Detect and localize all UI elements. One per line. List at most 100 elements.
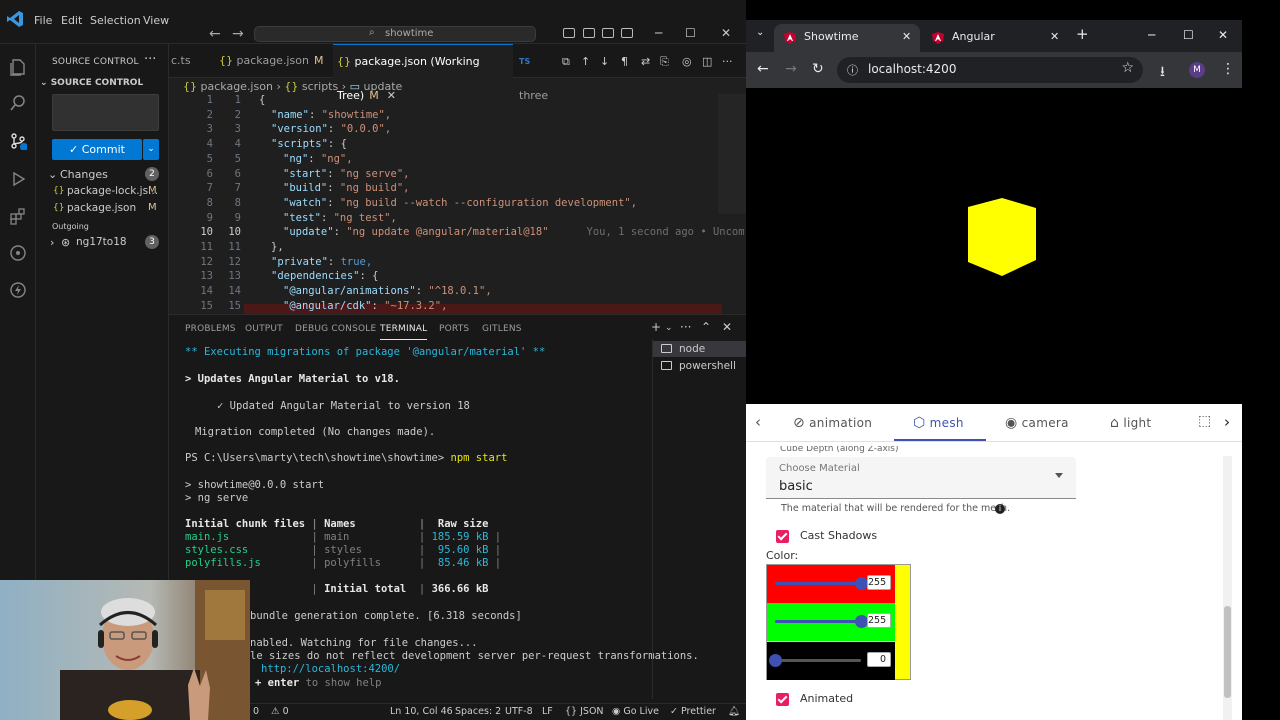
green-value-input[interactable]: 255 [867, 613, 891, 628]
tab-three[interactable]: TS three [513, 44, 561, 102]
split-editor-icon[interactable]: ◫ [702, 55, 712, 68]
gitlens-icon[interactable] [9, 244, 27, 262]
cast-shadows-checkbox[interactable] [776, 530, 789, 543]
breadcrumb-update[interactable]: update [364, 80, 403, 93]
panel-scrollbar[interactable] [1223, 456, 1232, 720]
address-bar[interactable]: ⓘ localhost:4200 ☆ [837, 57, 1143, 83]
tab-animation[interactable]: ⊘ animation [793, 415, 872, 431]
encoding[interactable]: UTF-8 [505, 706, 533, 717]
thunder-client-icon[interactable] [9, 281, 27, 299]
close-tab-icon[interactable]: ✕ [902, 24, 911, 50]
back-button[interactable]: ← [757, 61, 769, 77]
profile-avatar[interactable]: M [1189, 62, 1205, 78]
red-slider-track[interactable] [775, 582, 861, 585]
errors-status[interactable]: 0 [253, 706, 259, 717]
indentation[interactable]: Spaces: 2 [455, 706, 501, 717]
close-window-icon[interactable]: ✕ [1218, 28, 1228, 42]
new-tab-button[interactable]: + [1076, 25, 1089, 43]
commit-message-input[interactable] [52, 94, 159, 131]
menu-view[interactable]: View [143, 14, 169, 27]
site-info-icon[interactable]: ⓘ [847, 62, 858, 78]
branch-item[interactable]: › ⊛ ng17to18 3 [36, 234, 169, 251]
explorer-icon[interactable] [9, 58, 27, 76]
maximize-icon[interactable]: ☐ [1183, 28, 1194, 42]
minimize-icon[interactable]: ─ [655, 26, 662, 40]
customize-layout-icon[interactable] [621, 28, 633, 38]
toggle-secondary-sidebar-icon[interactable] [602, 28, 614, 38]
toggle-sidebar-icon[interactable] [563, 28, 575, 38]
prettier-status[interactable]: ✓ Prettier [670, 706, 716, 717]
chrome-tab-showtime[interactable]: Showtime ✕ [774, 24, 920, 52]
list-item[interactable]: {} package-lock.js... M [36, 183, 169, 200]
forward-arrow-icon[interactable]: → [232, 26, 244, 42]
tab-ports[interactable]: PORTS [439, 324, 469, 334]
line-ending[interactable]: LF [542, 706, 553, 717]
tab-search-icon[interactable]: ⌄ [756, 27, 764, 38]
tab-problems[interactable]: PROBLEMS [185, 324, 236, 334]
tab-mesh[interactable]: ⬡ mesh [913, 415, 964, 431]
new-terminal-icon[interactable]: + [651, 320, 661, 334]
forward-button[interactable]: → [785, 61, 797, 77]
search-icon[interactable] [9, 94, 27, 112]
minimap[interactable] [718, 94, 746, 214]
code-editor[interactable]: 1 1{2 2 "name": "showtime", 3 3 "version": "0.… [169, 94, 745, 318]
bookmark-star-icon[interactable]: ☆ [1121, 60, 1134, 76]
tab-package-json[interactable]: {} package.json M [213, 44, 333, 78]
tab-camera[interactable]: ◉ camera [1005, 415, 1069, 431]
tab-gitlens[interactable]: GITLENS [482, 324, 522, 334]
command-center-search[interactable]: ⌕ showtime [254, 26, 536, 42]
terminal-output[interactable]: ** Executing migrations of package '@ang… [185, 343, 699, 703]
show-whitespace-icon[interactable]: ¶ [621, 55, 628, 68]
list-item[interactable]: {} package.json M [36, 200, 169, 217]
terminal-item-node[interactable]: node [653, 341, 746, 357]
tab-output[interactable]: OUTPUT [245, 324, 283, 334]
chevron-left-icon[interactable]: ‹ [755, 413, 761, 431]
close-tab-icon[interactable]: ✕ [1050, 24, 1059, 50]
menu-selection[interactable]: Selection [90, 14, 141, 27]
downloads-icon[interactable]: ⭳ [1160, 61, 1165, 85]
scrollbar-thumb[interactable] [1224, 606, 1231, 698]
tab-light[interactable]: ⌂ light [1110, 415, 1151, 431]
terminal-item-powershell[interactable]: powershell [653, 358, 746, 374]
menu-edit[interactable]: Edit [61, 14, 82, 27]
open-changes-icon[interactable]: ⧉ [562, 55, 570, 69]
notifications-icon[interactable]: 🔔︎ [728, 706, 740, 717]
more-actions-icon[interactable]: ··· [680, 320, 691, 334]
go-live-button[interactable]: ◉ Go Live [612, 706, 659, 717]
commit-dropdown-button[interactable]: ⌄ [143, 139, 159, 160]
breadcrumb-file[interactable]: package.json [201, 80, 273, 93]
close-panel-icon[interactable]: ✕ [722, 320, 732, 334]
material-select[interactable]: Choose Material basic [766, 457, 1076, 499]
language-mode[interactable]: {} JSON [565, 706, 604, 717]
close-window-icon[interactable]: ✕ [721, 26, 731, 40]
more-actions-icon[interactable]: ··· [144, 52, 156, 67]
open-file-icon[interactable]: ⎘ [660, 55, 669, 69]
breadcrumb-scripts[interactable]: scripts [302, 80, 338, 93]
blue-value-input[interactable]: 0 [867, 652, 891, 667]
toggle-panel-icon[interactable] [583, 28, 595, 38]
extensions-icon[interactable] [9, 207, 27, 225]
chevron-down-icon[interactable]: ⌄ [665, 323, 673, 333]
animated-checkbox[interactable] [776, 693, 789, 706]
chrome-menu-icon[interactable]: ⋮ [1221, 61, 1235, 77]
cursor-position[interactable]: Ln 10, Col 46 [390, 706, 453, 717]
chevron-right-icon[interactable]: › [1224, 413, 1230, 431]
toggle-inline-diff-icon[interactable]: ⇄ [641, 55, 650, 68]
section-header[interactable]: ⌄ SOURCE CONTROL [40, 78, 143, 88]
threejs-canvas[interactable] [746, 88, 1242, 404]
maximize-panel-icon[interactable]: ⌃ [701, 320, 711, 334]
next-tab-icon[interactable]: ⬚ [1198, 413, 1212, 429]
maximize-icon[interactable]: ☐ [685, 26, 696, 40]
blue-slider-thumb[interactable] [769, 654, 782, 667]
next-change-icon[interactable]: ↓ [600, 55, 609, 68]
info-icon[interactable]: i [995, 504, 1005, 514]
tab-package-json-working-tree[interactable]: {} package.json (Working Tree) M ✕ [333, 44, 513, 102]
commit-button[interactable]: ✓ Commit [52, 139, 142, 160]
back-arrow-icon[interactable]: ← [209, 26, 221, 42]
minimize-icon[interactable]: ─ [1148, 28, 1155, 42]
more-actions-icon[interactable]: ··· [722, 55, 733, 68]
warnings-status[interactable]: ⚠ 0 [271, 706, 289, 717]
tab-debug-console[interactable]: DEBUG CONSOLE [295, 324, 376, 334]
tab-terminal[interactable]: TERMINAL [380, 324, 428, 340]
menu-file[interactable]: File [34, 14, 52, 27]
